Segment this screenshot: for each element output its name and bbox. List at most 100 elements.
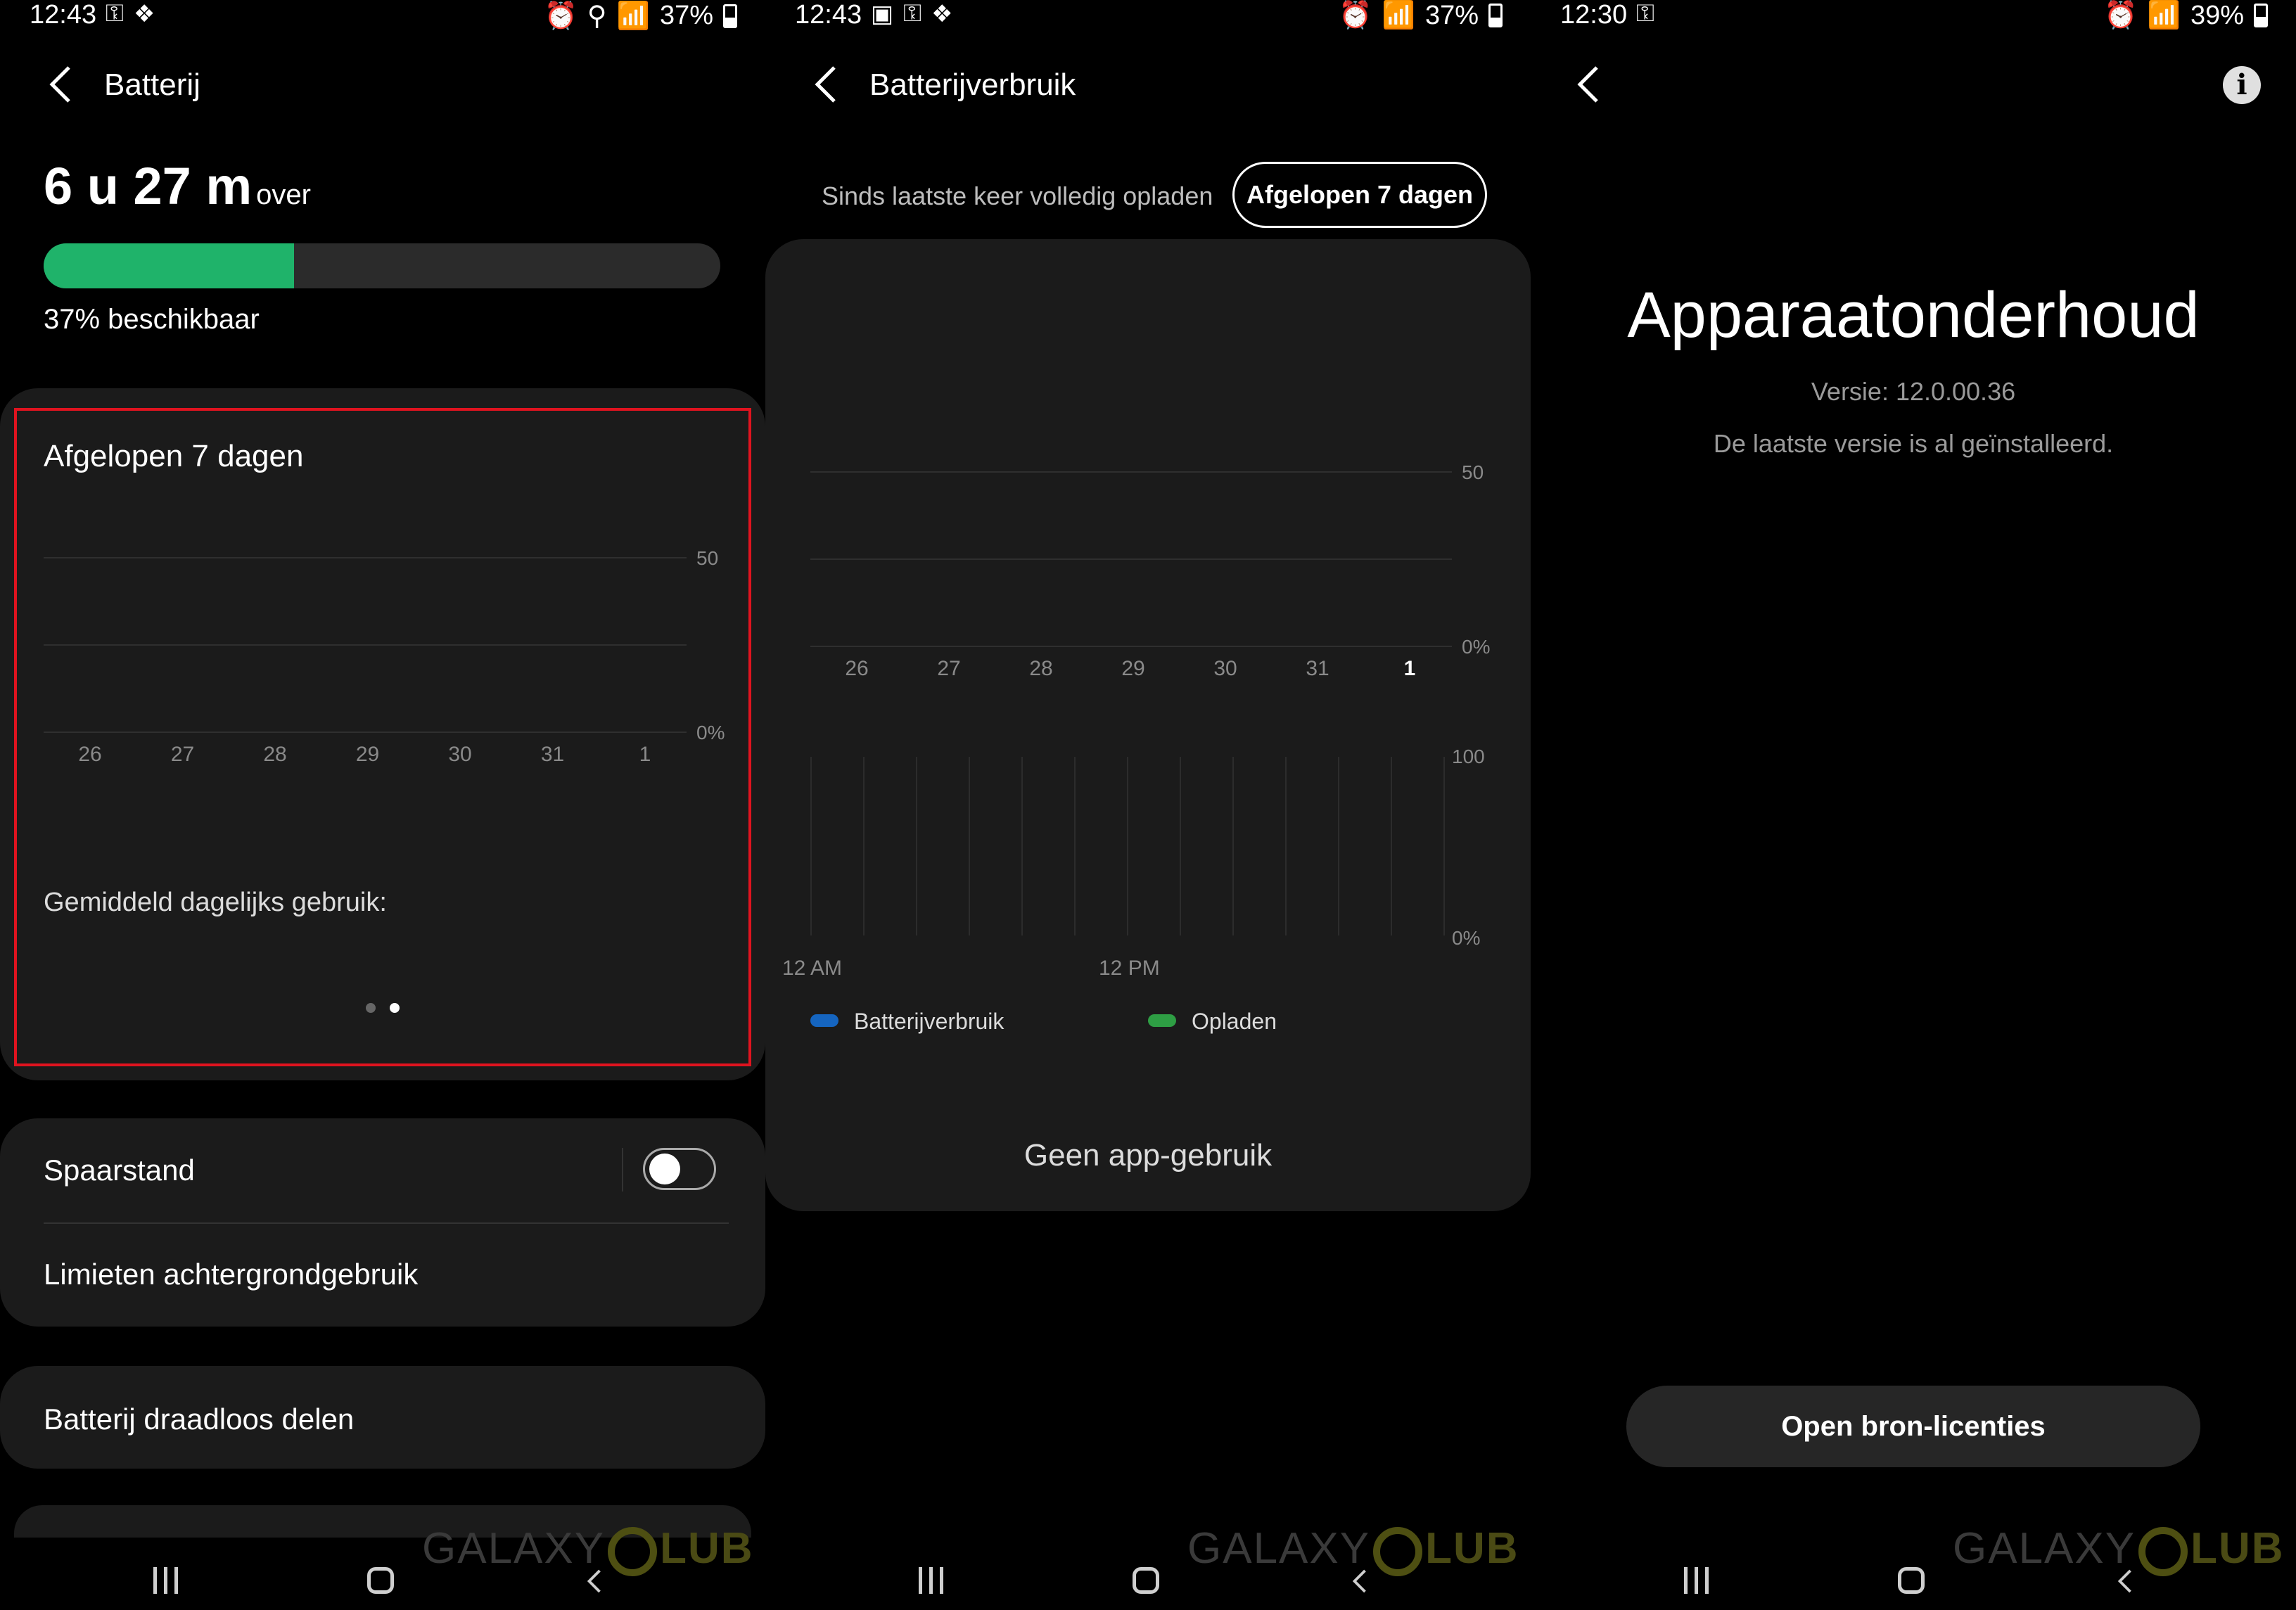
open-source-licenses-button[interactable]: Open bron-licenties xyxy=(1626,1386,2200,1467)
key-icon: ⚿ xyxy=(1636,0,1654,27)
usage-card-title: Afgelopen 7 dagen xyxy=(44,439,304,473)
y-tick-label: 100 xyxy=(1452,746,1485,767)
page-title: Batterij xyxy=(104,68,200,102)
hour-label-start: 12 AM xyxy=(782,957,843,980)
hour-gridline xyxy=(863,757,865,935)
location-icon: ⚲ xyxy=(587,1,607,31)
hour-gridline xyxy=(1127,757,1128,935)
grid-line-50 xyxy=(44,557,687,558)
hour-gridline xyxy=(1021,757,1023,935)
home-button[interactable] xyxy=(367,1567,394,1594)
x-tick-label: 31 xyxy=(540,743,565,766)
chevron-left-icon xyxy=(49,66,70,103)
chevron-left-icon xyxy=(815,66,836,103)
back-button[interactable] xyxy=(1571,62,1605,107)
gallery-icon: ▣ xyxy=(871,1,894,27)
x-tick-label: 26 xyxy=(78,743,102,766)
page-dot xyxy=(366,1003,376,1013)
hour-gridline xyxy=(969,757,970,935)
alarm-icon: ⏰ xyxy=(1339,1,1372,30)
page-dot-active xyxy=(390,1003,400,1013)
info-icon[interactable]: i xyxy=(2223,66,2261,104)
page-title: Batterijverbruik xyxy=(869,68,1076,102)
x-tick-label: 29 xyxy=(1121,657,1145,680)
x-tick-label: 31 xyxy=(1306,657,1329,680)
status-time: 12:43 xyxy=(795,0,862,30)
hour-gridline xyxy=(1338,757,1339,935)
alarm-icon: ⏰ xyxy=(544,1,578,31)
recent-apps-button[interactable] xyxy=(1684,1567,1709,1594)
status-bar: 12:43 ⚿ ❖ ⏰ ⚲ 📶 37% xyxy=(0,0,765,31)
x-tick-label: 30 xyxy=(1213,657,1237,680)
average-usage-label: Gemiddeld dagelijks gebruik: xyxy=(44,888,387,917)
dropbox-icon: ❖ xyxy=(931,1,953,27)
watermark-c-icon xyxy=(1373,1526,1423,1576)
background-limits-item[interactable]: Limieten achtergrondgebruik xyxy=(44,1258,418,1291)
no-app-usage: Geen app-gebruik xyxy=(1023,1138,1273,1173)
grid-line-0 xyxy=(810,646,1452,647)
key-icon: ⚿ xyxy=(903,0,921,27)
wifi-icon: 📶 xyxy=(2147,1,2181,30)
app-title: Apparaatonderhoud xyxy=(1627,279,2200,351)
alarm-icon: ⏰ xyxy=(2104,1,2138,30)
divider xyxy=(622,1148,623,1191)
hour-gridline xyxy=(1074,757,1076,935)
hour-gridline xyxy=(1443,757,1445,935)
watermark-logo: GALAXY LUB xyxy=(422,1523,754,1576)
watermark-logo: GALAXY LUB xyxy=(1953,1523,2285,1576)
x-tick-label: 1 xyxy=(1403,657,1416,680)
x-tick-label: 26 xyxy=(845,657,869,680)
home-button[interactable] xyxy=(1133,1567,1159,1594)
watermark-logo: GALAXY LUB xyxy=(1187,1523,1519,1576)
wifi-icon: 📶 xyxy=(1382,1,1415,30)
status-bar: 12:43 ▣ ⚿ ❖ ⏰ 📶 37% xyxy=(765,0,1531,31)
x-tick-label: 29 xyxy=(355,743,380,766)
device-care-about-screen: 12:30 ⚿ ⏰ 📶 39% i Apparaatonderhoud Vers… xyxy=(1531,0,2296,1610)
toggle-knob xyxy=(649,1154,680,1184)
version-text: Versie: 12.0.00.36 xyxy=(1811,377,2016,406)
usage-graph-card xyxy=(765,239,1531,1211)
grid-line-mid xyxy=(44,644,687,646)
battery-icon xyxy=(1488,4,1503,27)
x-tick-label: 27 xyxy=(170,743,195,766)
x-tick-label: 30 xyxy=(448,743,472,766)
home-button[interactable] xyxy=(1898,1567,1925,1594)
y-tick-label: 50 xyxy=(1462,461,1484,483)
spaarstand-label[interactable]: Spaarstand xyxy=(44,1154,195,1187)
y-tick-label: 0% xyxy=(1452,927,1481,949)
hour-gridline xyxy=(916,757,917,935)
remaining-time: 6 u 27 m over xyxy=(44,157,311,215)
battery-icon xyxy=(2254,4,2268,27)
y-tick-label: 50 xyxy=(696,547,719,569)
battery-available: 37% beschikbaar xyxy=(44,304,260,335)
hour-gridline xyxy=(1232,757,1234,935)
grid-line-mid xyxy=(810,558,1452,560)
latest-version-text: De laatste versie is al geïnstalleerd. xyxy=(1713,429,2114,458)
battery-icon xyxy=(723,4,737,28)
hour-gridline xyxy=(1391,757,1392,935)
recent-apps-button[interactable] xyxy=(153,1567,178,1594)
battery-level-bar xyxy=(44,243,720,288)
status-bar: 12:30 ⚿ ⏰ 📶 39% xyxy=(1531,0,2296,31)
back-button[interactable] xyxy=(809,62,843,107)
wifi-icon: 📶 xyxy=(616,1,650,31)
grid-line-0 xyxy=(44,731,687,733)
tab-since-full-charge[interactable]: Sinds laatste keer volledig opladen xyxy=(822,181,1213,211)
key-icon: ⚿ xyxy=(106,0,124,27)
divider xyxy=(44,1222,729,1224)
tab-last-7-days[interactable]: Afgelopen 7 dagen xyxy=(1232,162,1487,228)
spaarstand-toggle[interactable] xyxy=(643,1148,716,1190)
back-button[interactable] xyxy=(44,62,77,107)
status-time: 12:43 xyxy=(30,0,97,30)
recent-apps-button[interactable] xyxy=(919,1567,943,1594)
hour-label-mid: 12 PM xyxy=(1099,957,1160,980)
x-tick-label: 28 xyxy=(263,743,287,766)
y-tick-label: 0% xyxy=(696,722,725,743)
legend-charging-label: Opladen xyxy=(1192,1009,1277,1034)
battery-percent: 39% xyxy=(2190,0,2244,30)
watermark-c-icon xyxy=(2138,1526,2188,1576)
battery-percent: 37% xyxy=(1424,0,1479,30)
battery-usage-screen: 12:43 ▣ ⚿ ❖ ⏰ 📶 37% Batterijverbruik Sinds… xyxy=(765,0,1531,1610)
highlight-box xyxy=(14,408,751,1066)
grid-line-50 xyxy=(810,471,1452,473)
